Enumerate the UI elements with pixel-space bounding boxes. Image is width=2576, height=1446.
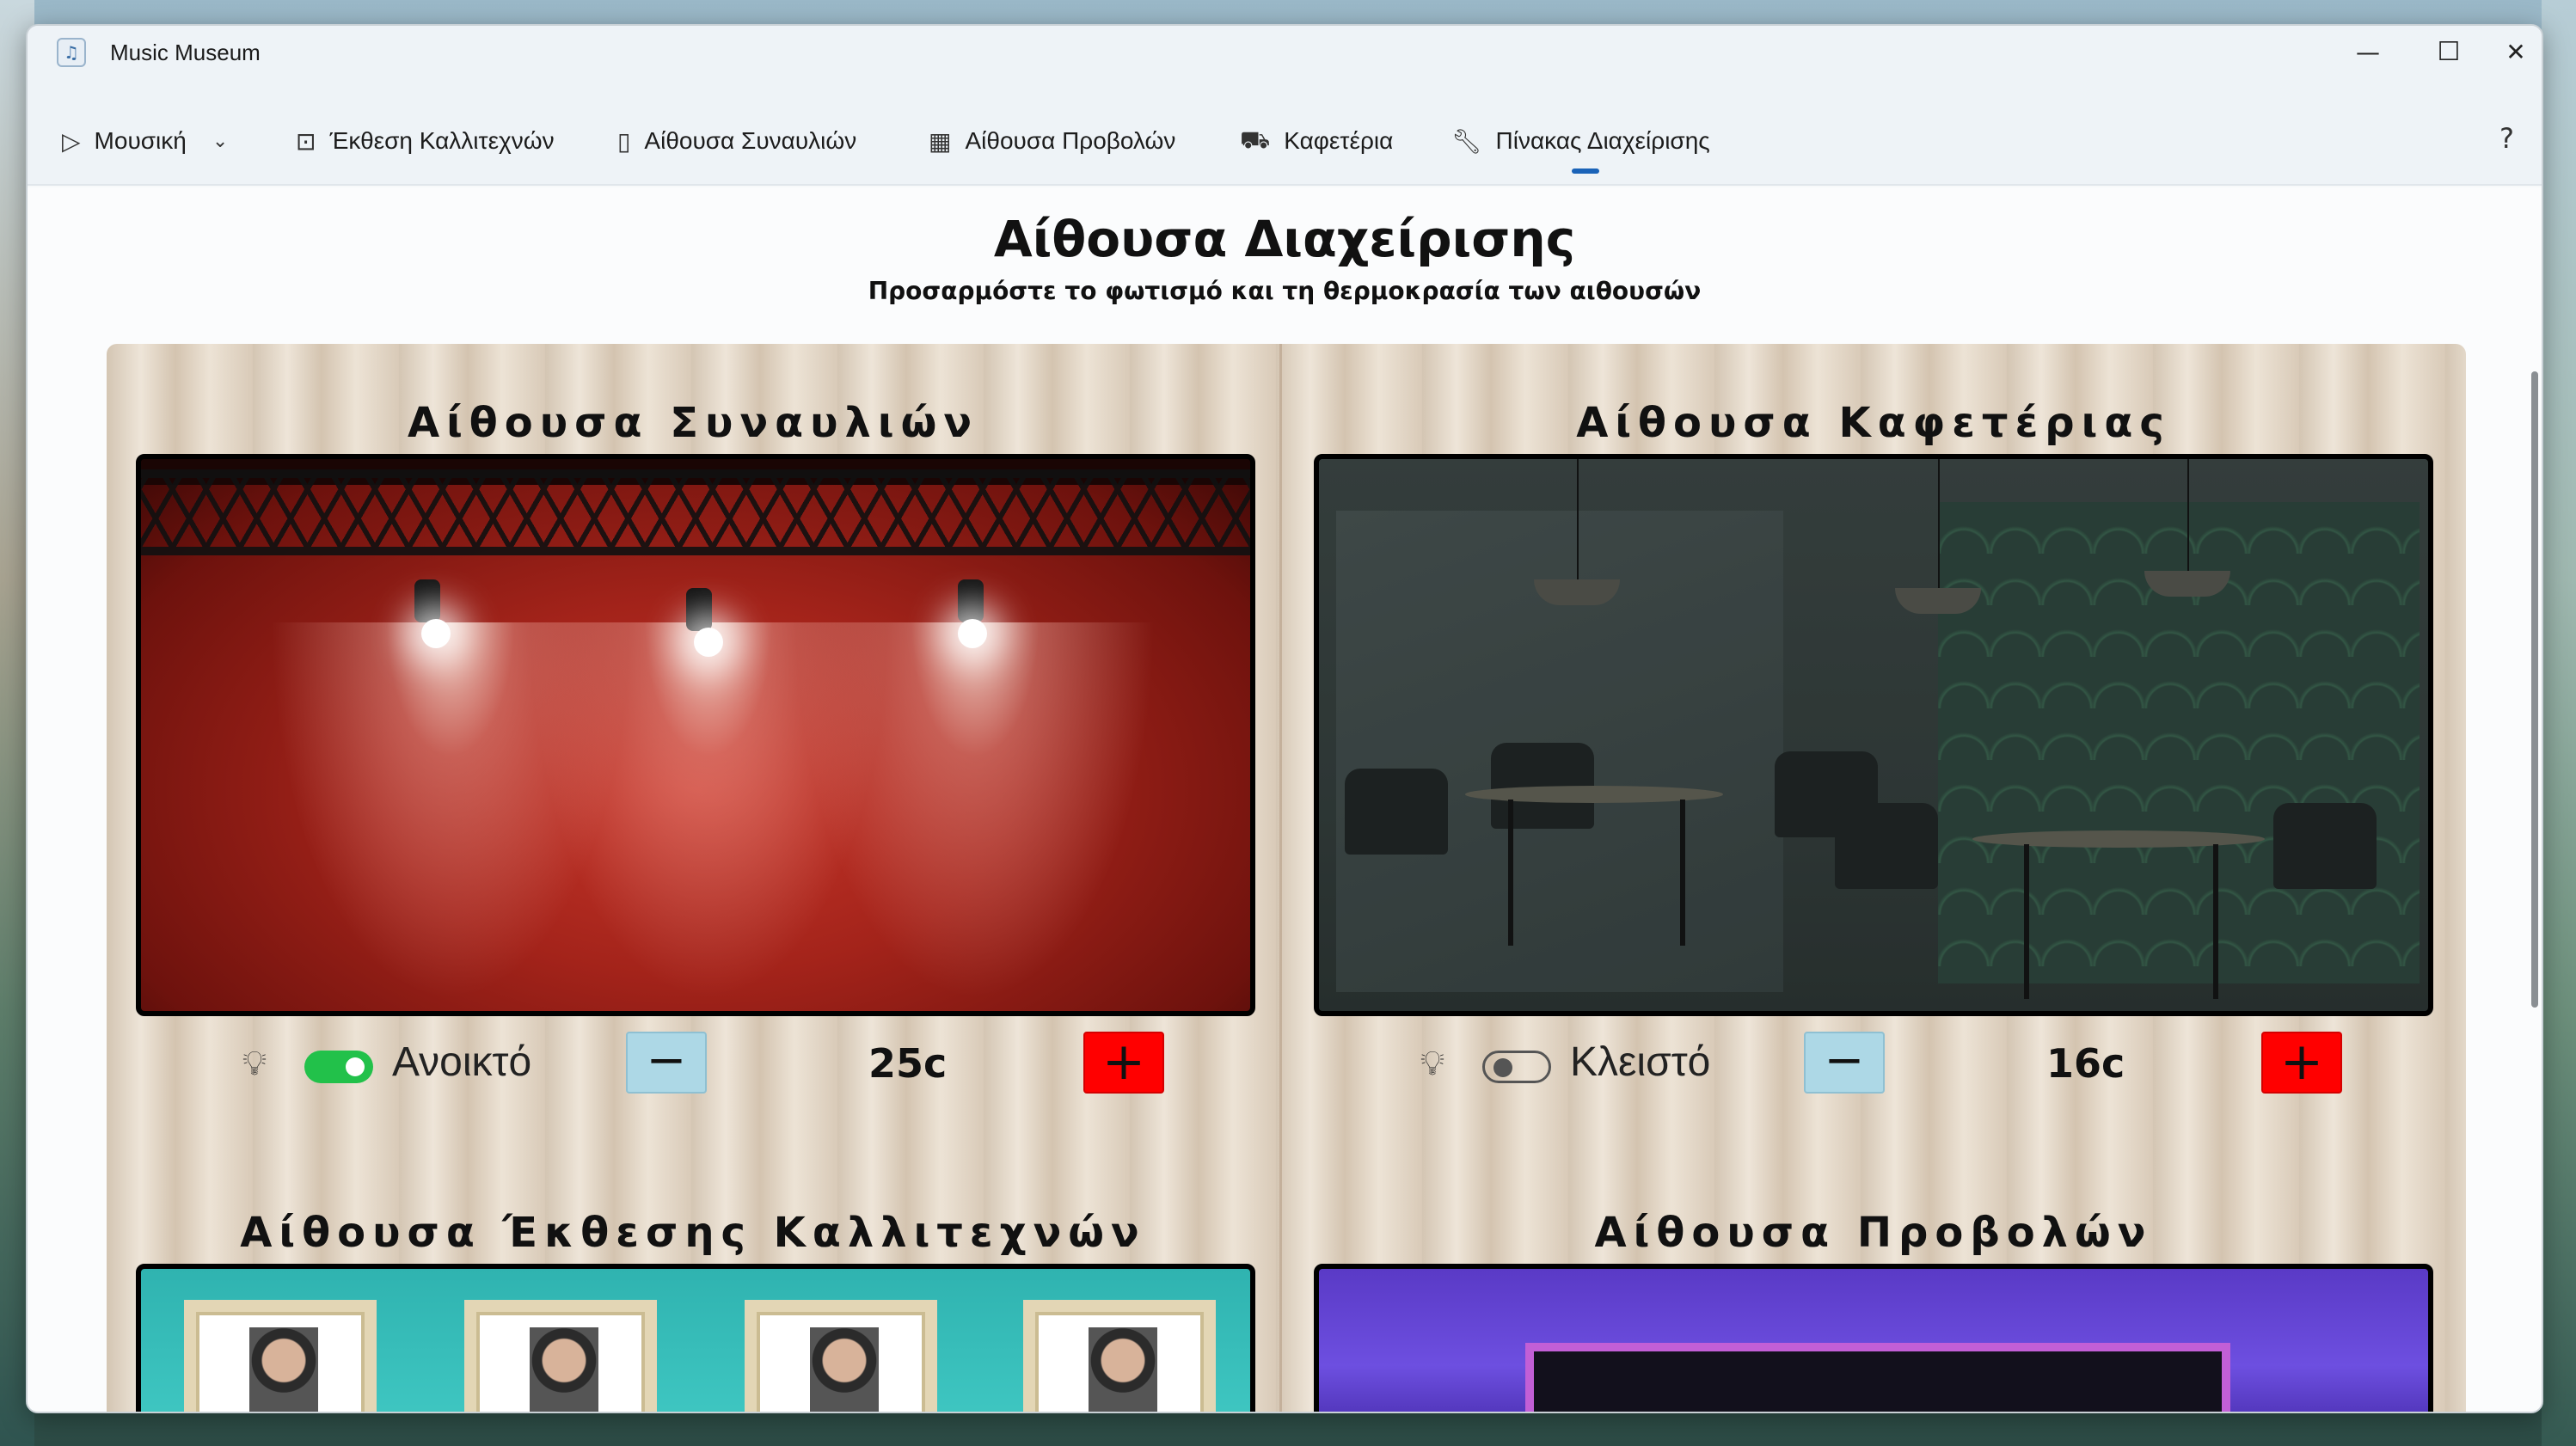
toggle-knob <box>1493 1058 1512 1077</box>
rooms-board: Αίθουσα Συναυλιών 💡︎ Ανοικτό − 25c + Αίθ… <box>107 344 2466 1412</box>
lightbulb-icon: 💡︎ <box>242 1044 267 1083</box>
help-button[interactable]: ? <box>2499 122 2514 155</box>
artist-portrait <box>745 1300 937 1412</box>
light-state-label: Ανοικτό <box>392 1039 532 1085</box>
cafe-image <box>1314 454 2433 1016</box>
nav-item-label: Πίνακας Διαχείρισης <box>1495 127 1710 154</box>
nav-item-artist-exhibition[interactable]: ⊡ Έκθεση Καλλιτεχνών <box>296 124 555 158</box>
photo-icon: ⊡ <box>296 126 316 156</box>
device-icon: ▯ <box>617 126 631 156</box>
play-icon: ▷ <box>62 126 81 156</box>
light-toggle[interactable] <box>304 1051 373 1083</box>
spotlight <box>414 579 440 622</box>
nav-item-label: Μουσική <box>94 127 187 154</box>
concert-hall-controls: 💡︎ Ανοικτό − 25c + <box>136 1032 1255 1100</box>
page-subtitle: Προσαρμόστε το φωτισμό και τη θερμοκρασί… <box>868 277 1702 305</box>
temperature-value: 16c <box>2046 1040 2125 1087</box>
spotlight-beam <box>794 622 1156 1001</box>
nav-item-projection-hall[interactable]: ▦ Αίθουσα Προβολών <box>929 124 1175 158</box>
cafe-controls: 💡︎ Κλειστό − 16c + <box>1314 1032 2433 1100</box>
navigation-bar: ▷ Μουσική ⌄ ⊡ Έκθεση Καλλιτεχνών ▯ Αίθου… <box>28 79 2542 186</box>
spotlight-bulb <box>694 628 723 657</box>
lights-off-overlay <box>1319 459 2428 1011</box>
temperature-value: 25c <box>868 1040 948 1087</box>
spotlight <box>686 588 712 631</box>
page-title: Αίθουσα Διαχείρισης <box>993 210 1576 268</box>
maximize-button[interactable]: ☐ <box>2409 31 2488 74</box>
nav-item-cafeteria[interactable]: ⛟ Καφετέρια <box>1240 124 1393 158</box>
nav-item-admin-panel[interactable]: 🔧︎ Πίνακας Διαχείρισης <box>1451 124 1710 158</box>
room-title-concert-hall: Αίθουσα Συναυλιών <box>407 399 979 447</box>
nav-item-label: Έκθεση Καλλιτεχνών <box>329 127 555 154</box>
spotlight-bulb <box>958 619 987 648</box>
light-toggle[interactable] <box>1482 1051 1551 1083</box>
light-state-label: Κλειστό <box>1570 1039 1711 1085</box>
increase-temperature-button[interactable]: + <box>2261 1032 2342 1094</box>
portrait-photo <box>810 1327 879 1412</box>
vertical-scrollbar[interactable] <box>2531 371 2538 1008</box>
spotlight-bulb <box>421 619 451 648</box>
room-title-projection-hall: Αίθουσα Προβολών <box>1594 1209 2153 1257</box>
portrait-photo <box>530 1327 598 1412</box>
projection-screen <box>1525 1343 2230 1412</box>
cart-icon: ⛟ <box>1240 125 1271 154</box>
app-icon: ♫ <box>57 38 86 67</box>
nav-item-label: Καφετέρια <box>1284 127 1394 154</box>
close-button[interactable]: ✕ <box>2490 31 2542 74</box>
artist-portrait <box>184 1300 377 1412</box>
artist-exhibition-image <box>136 1264 1255 1412</box>
projection-hall-image <box>1314 1264 2433 1412</box>
concert-hall-image <box>136 454 1255 1016</box>
chevron-down-icon: ⌄ <box>212 130 229 152</box>
decrease-temperature-button[interactable]: − <box>626 1032 707 1094</box>
app-window: ♫ Music Museum — ☐ ✕ ▷ Μουσική ⌄ ⊡ Έκθεσ… <box>26 24 2543 1413</box>
gallery-icon: ▦ <box>929 126 952 156</box>
selected-tab-indicator <box>1572 168 1599 174</box>
portrait-photo <box>1089 1327 1157 1412</box>
nav-item-label: Αίθουσα Συναυλιών <box>644 127 857 154</box>
increase-temperature-button[interactable]: + <box>1083 1032 1164 1094</box>
title-bar: ♫ Music Museum — ☐ ✕ <box>28 26 2542 79</box>
spotlight <box>958 579 984 622</box>
main-content: Αίθουσα Διαχείρισης Προσαρμόστε το φωτισ… <box>28 187 2542 1412</box>
app-title: Music Museum <box>110 40 261 65</box>
decrease-temperature-button[interactable]: − <box>1804 1032 1885 1094</box>
nav-item-concert-hall[interactable]: ▯ Αίθουσα Συναυλιών <box>617 124 856 158</box>
room-title-artist-exhibition: Αίθουσα Έκθεσης Καλλιτεχνών <box>240 1209 1146 1257</box>
artist-portrait <box>1023 1300 1216 1412</box>
nav-item-music[interactable]: ▷ Μουσική ⌄ <box>62 124 228 158</box>
toggle-knob <box>346 1057 365 1076</box>
lightbulb-icon: 💡︎ <box>1420 1044 1444 1083</box>
desktop-wallpaper-right <box>2542 0 2576 1446</box>
wrench-icon: 🔧︎ <box>1451 126 1482 156</box>
artist-portrait <box>464 1300 657 1412</box>
room-title-cafe: Αίθουσα Καφετέριας <box>1576 399 2171 447</box>
nav-item-label: Αίθουσα Προβολών <box>965 127 1176 154</box>
stage-truss <box>141 469 1250 555</box>
minimize-button[interactable]: — <box>2328 31 2407 74</box>
portrait-photo <box>249 1327 318 1412</box>
